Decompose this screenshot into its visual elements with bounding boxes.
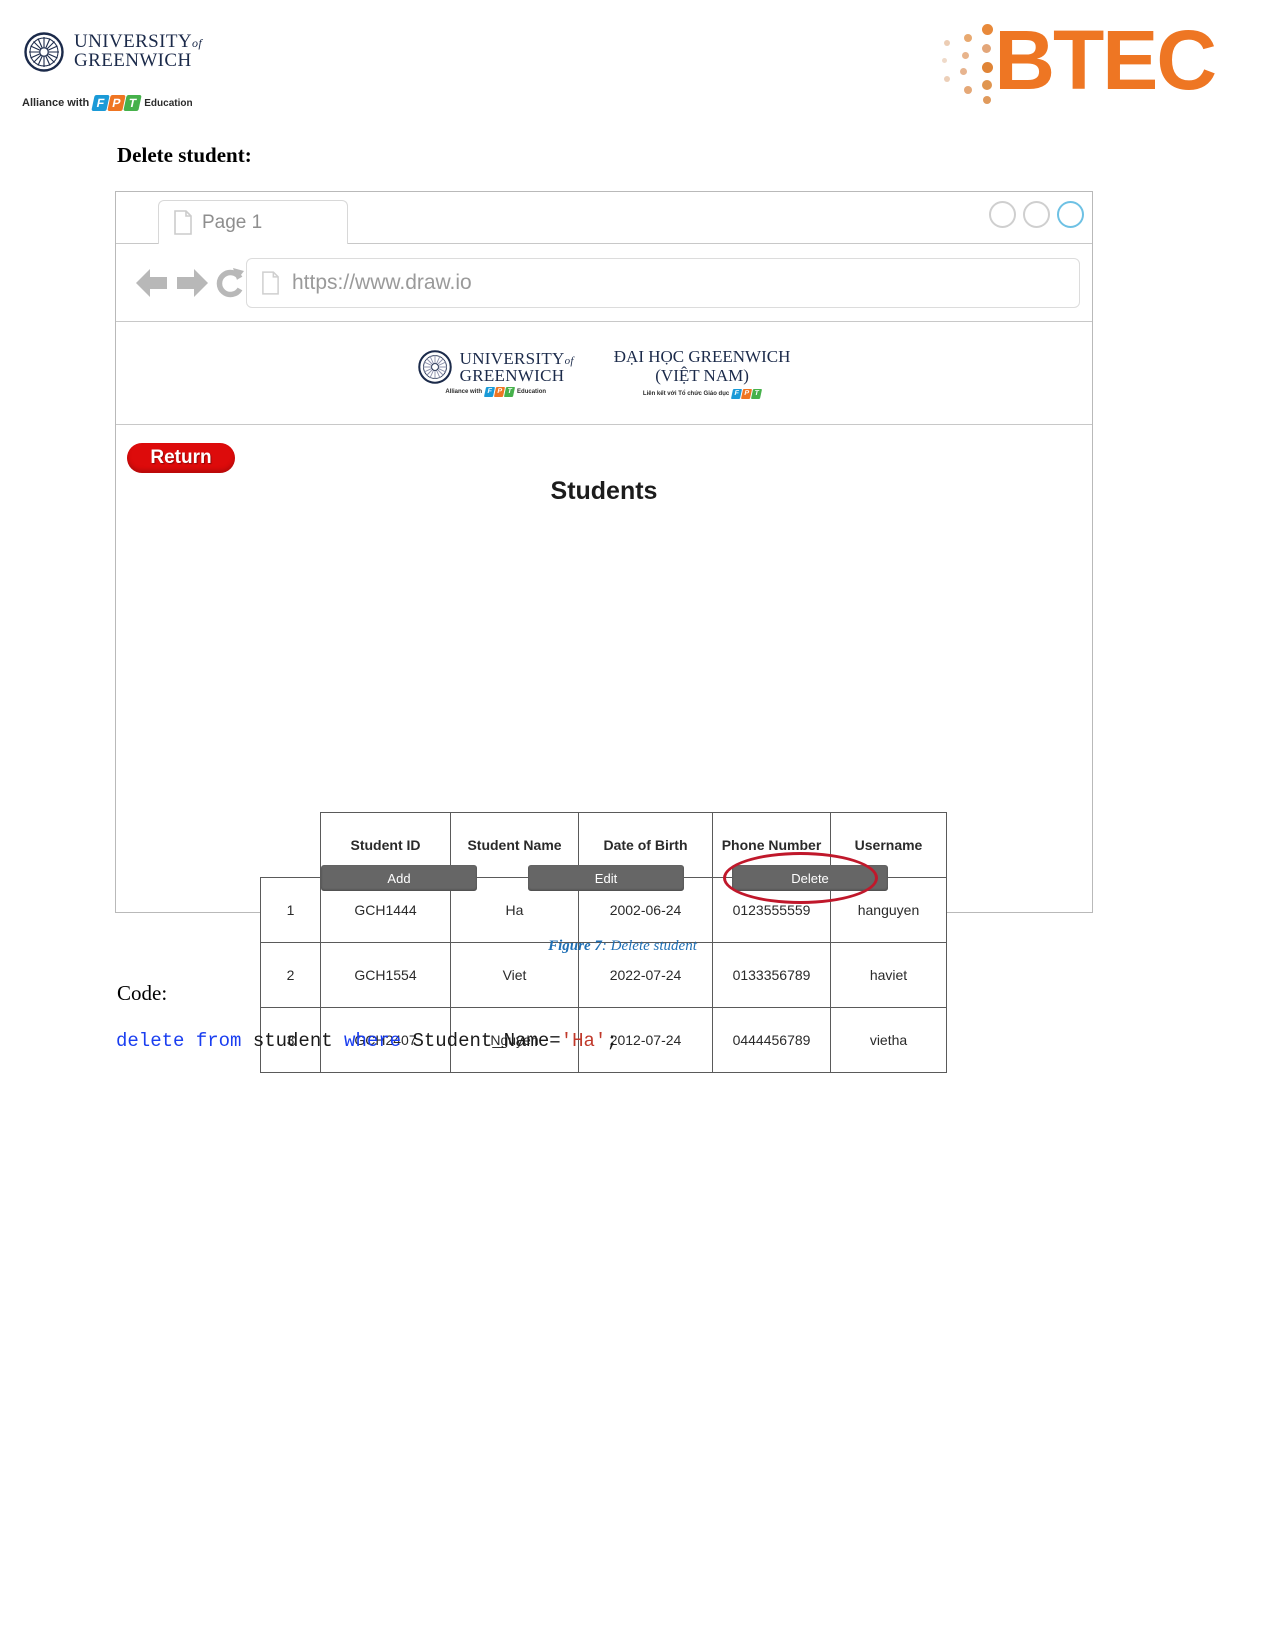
- btec-logo: BTEC: [930, 13, 1217, 108]
- fpt-letter-t: T: [503, 386, 516, 397]
- return-button-label: Return: [150, 447, 212, 468]
- return-button[interactable]: Return: [127, 443, 235, 473]
- btec-wordmark: BTEC: [994, 13, 1217, 108]
- alliance-suffix: Education: [144, 97, 193, 109]
- fpt-logo: F P T: [731, 389, 763, 400]
- page-heading: Delete student:: [117, 143, 252, 167]
- document-header: UNIVERSITYof GREENWICH Alliance with F P…: [0, 0, 1275, 130]
- browser-mockup: Page 1 https://www.draw.io UNIVERSITYof …: [115, 191, 1093, 1073]
- site-body: Return Students Student ID Student Name …: [116, 425, 1092, 1073]
- sql-string-literal: 'Ha': [560, 1030, 607, 1052]
- mockup-tabbar: Page 1: [116, 192, 1092, 244]
- site-alliance-left: Alliance with F P T Education: [445, 386, 547, 397]
- mockup-tab-page-1[interactable]: Page 1: [158, 200, 348, 244]
- sql-keyword-delete: delete from: [116, 1030, 242, 1052]
- site-alliance-suffix: Education: [517, 388, 547, 395]
- uog-of: of: [192, 36, 203, 51]
- fpt-letter-t: T: [751, 389, 763, 400]
- sql-column-name: Student_Name=: [401, 1030, 561, 1052]
- compass-rose-icon: [417, 349, 452, 384]
- btec-dot-matrix-icon: [930, 18, 1002, 104]
- edit-button[interactable]: Edit: [528, 865, 684, 891]
- site-logo-greenwich-vietnam: ĐẠI HỌC GREENWICH (VIỆT NAM) Liên kết vớ…: [613, 346, 791, 400]
- figure-caption: Figure 7: Delete student: [0, 938, 1245, 955]
- window-controls[interactable]: [989, 201, 1084, 228]
- add-button[interactable]: Add: [321, 865, 477, 891]
- site-alliance-vn-prefix: Liên kết với Tổ chức Giáo dục: [642, 391, 730, 398]
- delete-button-highlight-ellipse: [723, 852, 878, 904]
- sql-code-line: delete from student where Student_Name='…: [116, 1030, 618, 1052]
- site-logo-greenwich: UNIVERSITYof GREENWICH Alliance with F P…: [417, 348, 574, 397]
- cell-phone-number: 0444456789: [712, 1007, 831, 1073]
- site-uog-of: of: [564, 354, 574, 367]
- sql-keyword-where: where: [344, 1030, 402, 1052]
- fpt-letter-t: T: [123, 95, 142, 111]
- alliance-with-fpt-education: Alliance with F P T Education: [22, 95, 193, 111]
- figure-caption-number: Figure 7: [548, 938, 602, 954]
- site-alliance-right: Liên kết với Tổ chức Giáo dục F P T: [642, 389, 763, 400]
- compass-rose-icon: [24, 32, 64, 72]
- page-document-icon: [174, 210, 192, 235]
- cell-username: vietha: [830, 1007, 947, 1073]
- university-of-greenwich-logo: UNIVERSITYof GREENWICH: [24, 32, 202, 72]
- alliance-prefix: Alliance with: [22, 97, 90, 109]
- site-vn-line1: ĐẠI HỌC GREENWICH: [613, 346, 791, 366]
- url-text: https://www.draw.io: [292, 271, 472, 294]
- site-uog-line2: GREENWICH: [459, 365, 565, 385]
- mockup-toolbar: https://www.draw.io: [116, 244, 1092, 322]
- fpt-logo: F P T: [91, 95, 142, 111]
- maximize-circle-icon[interactable]: [1023, 201, 1050, 228]
- mockup-tab-label: Page 1: [202, 211, 263, 233]
- reload-icon[interactable]: [214, 266, 246, 300]
- site-alliance-prefix: Alliance with: [445, 388, 483, 395]
- edit-button-label: Edit: [594, 870, 618, 886]
- arrow-left-icon[interactable]: [134, 266, 170, 300]
- students-title: Students: [550, 477, 658, 505]
- page-document-icon: [262, 271, 279, 295]
- add-button-label: Add: [387, 870, 411, 886]
- action-buttons: Add Edit Delete: [116, 865, 1092, 891]
- sql-terminator: ;: [606, 1030, 618, 1052]
- site-header: UNIVERSITYof GREENWICH Alliance with F P…: [116, 322, 1092, 425]
- fpt-logo: F P T: [483, 386, 516, 397]
- site-vn-line2: (VIỆT NAM): [655, 366, 749, 385]
- uog-line2: GREENWICH: [74, 50, 192, 71]
- minimize-circle-icon[interactable]: [989, 201, 1016, 228]
- url-input[interactable]: https://www.draw.io: [246, 258, 1080, 308]
- figure-caption-text: : Delete student: [601, 938, 697, 954]
- close-circle-icon[interactable]: [1057, 201, 1084, 228]
- arrow-right-icon[interactable]: [174, 266, 210, 300]
- site-uog-line1: UNIVERSITY: [459, 348, 565, 368]
- code-label: Code:: [117, 981, 168, 1005]
- sql-table-name: student: [241, 1030, 345, 1052]
